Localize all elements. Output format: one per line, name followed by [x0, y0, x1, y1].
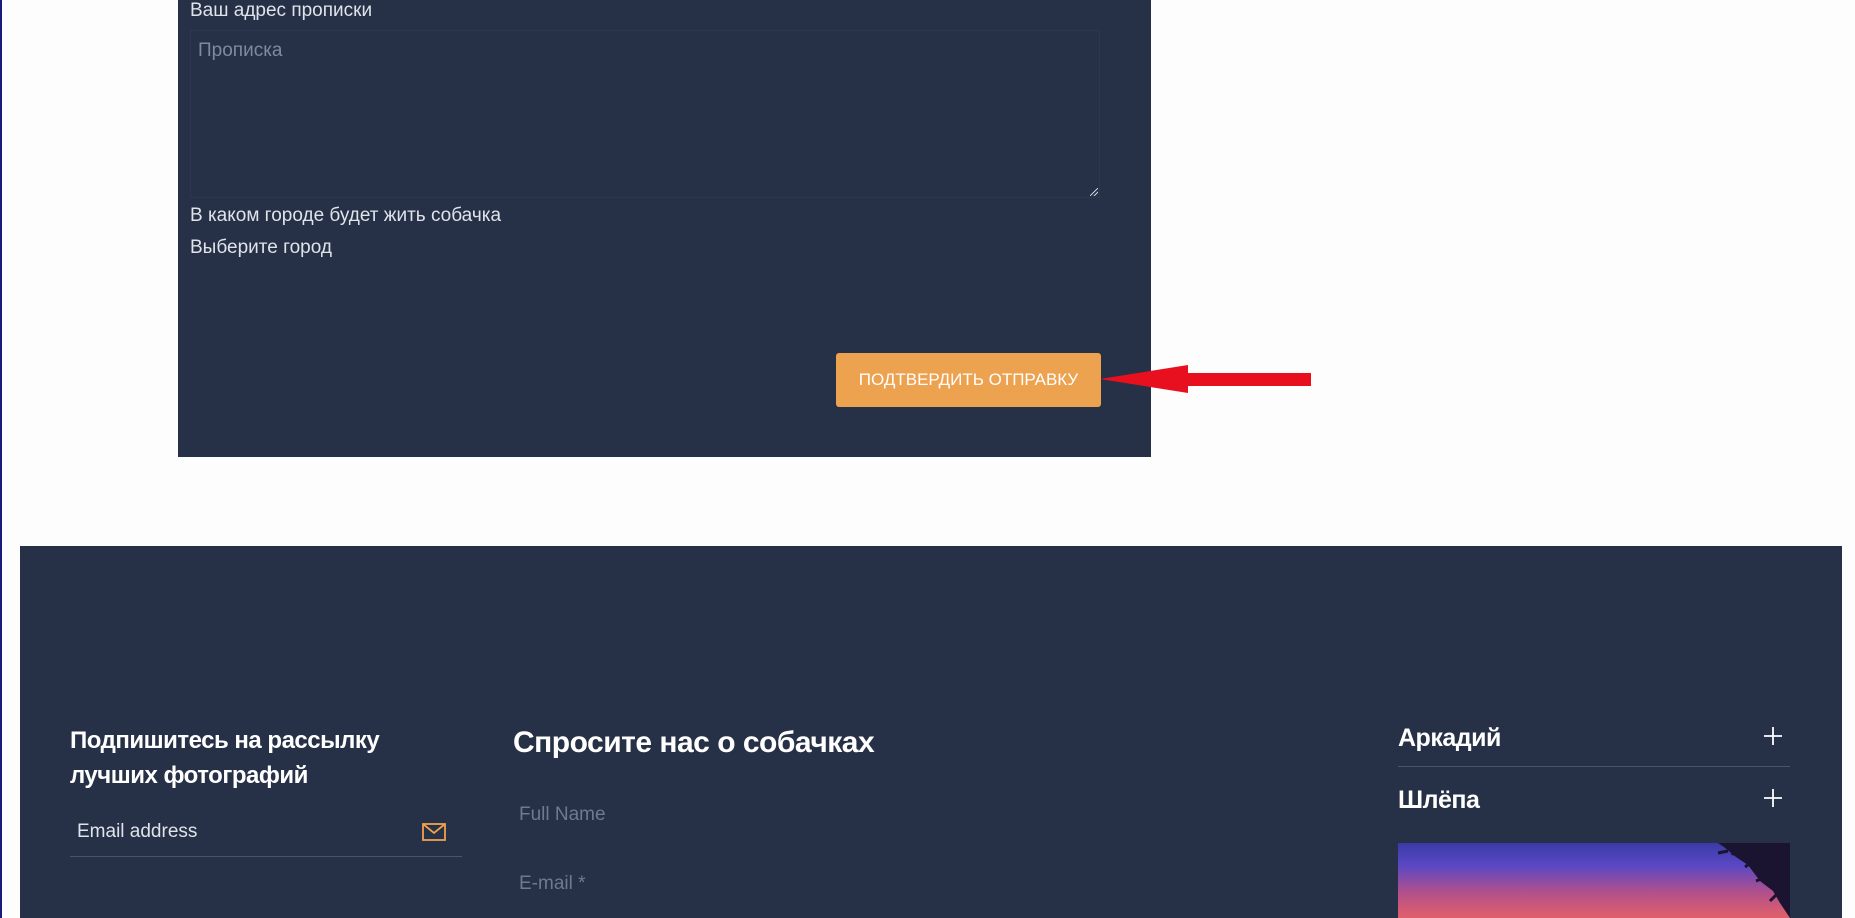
registration-form-panel: Ваш адрес прописки В каком городе будет … [178, 0, 1151, 457]
mail-icon[interactable] [422, 823, 446, 841]
city-label: В каком городе будет жить собачка [190, 205, 502, 226]
plus-icon[interactable] [1764, 789, 1782, 807]
ask-email-input[interactable] [513, 864, 1225, 904]
newsletter-email-input[interactable] [70, 810, 414, 854]
site-footer: Подпишитесь на рассылку лучших фотографи… [20, 546, 1842, 918]
plus-icon[interactable] [1764, 727, 1782, 745]
address-textarea[interactable] [190, 30, 1100, 198]
ask-title: Спросите нас о собачках [513, 726, 875, 759]
window-left-edge [0, 0, 2, 918]
textarea-resize-handle[interactable] [1090, 188, 1098, 196]
confirm-submit-button[interactable]: ПОДТВЕРДИТЬ ОТПРАВКУ [836, 353, 1101, 407]
address-label: Ваш адрес прописки [190, 0, 373, 21]
accordion-item-shlepa[interactable]: Шлёпа [1398, 768, 1790, 828]
annotation-arrow-icon [1100, 365, 1311, 393]
newsletter-email-row [70, 810, 462, 857]
tree-silhouette-icon [1717, 843, 1790, 918]
accordion-label: Аркадий [1398, 724, 1501, 752]
subscribe-title: Подпишитесь на рассылку лучших фотографи… [70, 727, 380, 789]
accordion-item-arkadiy[interactable]: Аркадий [1398, 706, 1790, 767]
city-select[interactable]: Выберите город [190, 237, 332, 259]
full-name-input[interactable] [513, 795, 1225, 835]
accordion-label: Шлёпа [1398, 786, 1480, 814]
footer-sunset-photo [1398, 843, 1790, 918]
